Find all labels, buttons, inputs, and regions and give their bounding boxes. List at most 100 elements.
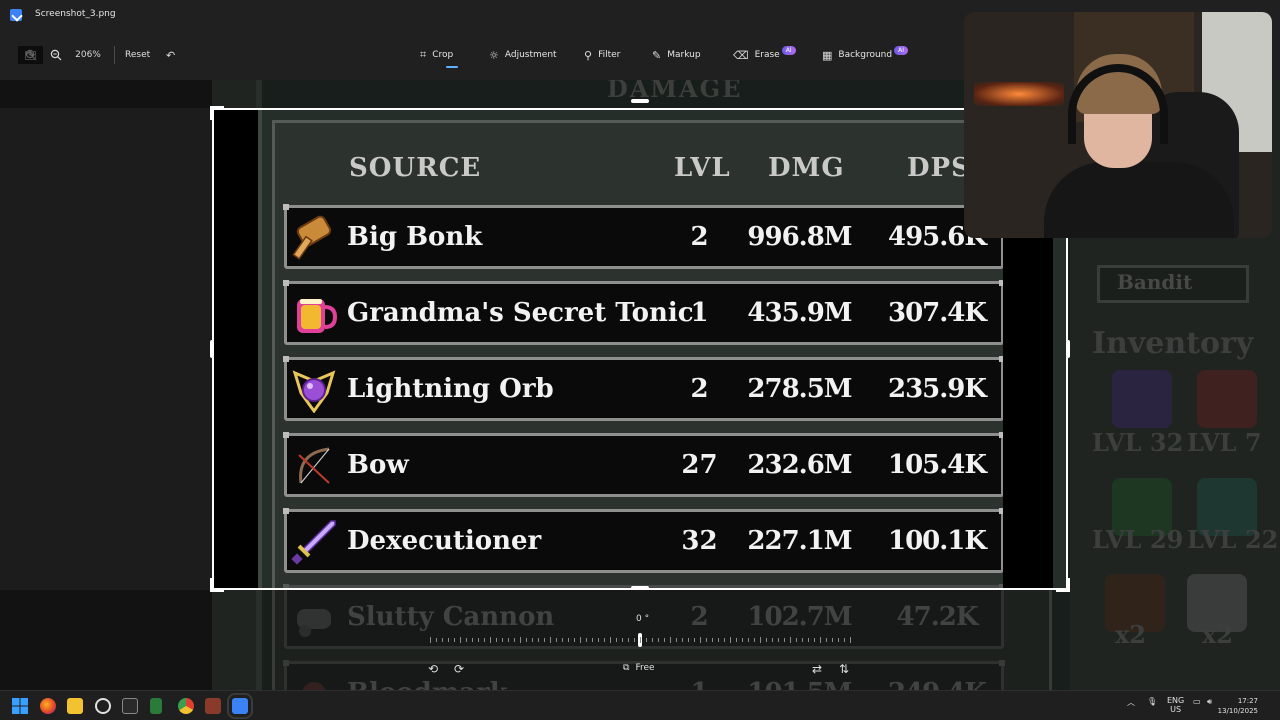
redo-icon[interactable]: ↷ (18, 46, 43, 64)
rotation-tick (460, 637, 461, 643)
rotation-tick (484, 638, 485, 642)
flip-vertical-icon[interactable]: ⇅ (839, 662, 849, 676)
firefox-icon[interactable] (40, 698, 56, 714)
zoom-controls: 206% Reset ↶ ↷ (18, 46, 183, 64)
tab-crop[interactable]: ⌗ Crop (420, 46, 458, 68)
rotation-tick (640, 637, 641, 643)
rotation-tick (490, 637, 491, 643)
rotation-tick (448, 638, 449, 642)
rotation-tick (844, 638, 845, 642)
rotation-tick (520, 637, 521, 643)
rotation-tick (508, 638, 509, 642)
file-explorer-icon[interactable] (67, 698, 83, 714)
chrome-icon[interactable] (178, 698, 194, 714)
rotation-tick (652, 638, 653, 642)
rotation-tick (730, 637, 731, 643)
rotation-tick (598, 638, 599, 642)
background-icon: ▦ (822, 48, 833, 62)
filter-icon: ⚲ (584, 48, 593, 62)
adjustment-icon: ☼ (489, 48, 499, 62)
rotation-tick (628, 638, 629, 642)
crop-handle-top[interactable] (631, 99, 649, 103)
network-icon[interactable]: ▭ (1193, 697, 1201, 706)
window-title: Screenshot_3.png (35, 9, 116, 19)
start-icon[interactable] (12, 698, 28, 714)
clock-date: 13/10/2025 (1217, 707, 1258, 715)
steam-icon[interactable] (95, 698, 111, 714)
crop-handle-left[interactable] (210, 340, 214, 358)
photos-app-icon (10, 9, 22, 21)
rotation-tick (514, 638, 515, 642)
tab-filter[interactable]: ⚲ Filter (584, 46, 620, 64)
rotation-tick (712, 638, 713, 642)
rotation-tick (472, 638, 473, 642)
aspect-ratio-dropdown[interactable]: ⧉ Free (623, 663, 655, 673)
language-code: ENG (1167, 696, 1185, 705)
crop-handle-bottom-right[interactable] (1056, 578, 1070, 592)
tab-markup[interactable]: ✎ Markup (652, 46, 701, 64)
rotation-tick (550, 637, 551, 643)
rotation-tick (496, 638, 497, 642)
rotation-slider[interactable] (430, 633, 851, 647)
rotation-tick (532, 638, 533, 642)
photos-taskbar-icon[interactable] (227, 693, 253, 719)
rotation-tick (832, 638, 833, 642)
tab-background-label: Background (838, 50, 893, 60)
markup-icon: ✎ (652, 48, 662, 62)
tab-adjustment[interactable]: ☼ Adjustment (489, 46, 557, 64)
rotation-tick (718, 638, 719, 642)
rotation-tick (772, 638, 773, 642)
region-code: US (1170, 705, 1182, 714)
zoom-level[interactable]: 206% (68, 50, 108, 60)
crop-handle-top-left[interactable] (210, 106, 224, 120)
rotation-tick (724, 638, 725, 642)
webcam-person-body (1044, 162, 1234, 238)
flip-horizontal-icon[interactable]: ⇄ (812, 662, 822, 676)
rotation-tick (850, 637, 851, 643)
webcam-lamp (974, 82, 1064, 106)
tab-adjustment-label: Adjustment (504, 50, 557, 60)
tab-erase[interactable]: ⌫ Erase AI (733, 45, 796, 64)
rotation-tick (700, 637, 701, 643)
ai-badge: AI (781, 45, 796, 55)
rotation-tick (784, 638, 785, 642)
rotation-tick (430, 637, 431, 643)
rotation-tick (592, 638, 593, 642)
rotation-tick (574, 638, 575, 642)
erase-icon: ⌫ (733, 48, 749, 62)
tab-markup-label: Markup (667, 50, 701, 60)
rotate-left-icon[interactable]: ⟲ (428, 662, 438, 676)
clock-time: 17:27 (1237, 697, 1258, 705)
rotation-tick (604, 638, 605, 642)
rotation-angle: 0 ° (636, 614, 650, 624)
crop-frame[interactable] (212, 108, 1068, 590)
rotate-right-icon[interactable]: ⟳ (454, 662, 464, 676)
rotation-tick (664, 638, 665, 642)
rotation-tick (466, 638, 467, 642)
rotation-tick (586, 638, 587, 642)
zoom-out-icon[interactable] (43, 46, 68, 64)
crop-handle-bottom-left[interactable] (210, 578, 224, 592)
game-app-icon[interactable] (150, 698, 162, 714)
tray-chevron-icon[interactable]: ︿ (1127, 697, 1135, 708)
mic-icon[interactable]: 🎙︎ (1147, 697, 1157, 706)
tab-background[interactable]: ▦ Background AI (822, 45, 908, 64)
rotation-tick (622, 638, 623, 642)
rotation-tick (616, 638, 617, 642)
clock[interactable]: 17:27 13/10/2025 (1218, 696, 1258, 716)
crop-handle-right[interactable] (1066, 340, 1070, 358)
undo-icon[interactable]: ↶ (158, 46, 183, 64)
crop-handle-bottom[interactable] (631, 586, 649, 590)
rotation-tick (502, 638, 503, 642)
taskbar: ︿ 🎙︎ ENG US ▭ 🔊︎ 17:27 13/10/2025 (0, 690, 1280, 720)
tab-erase-label: Erase (754, 50, 780, 60)
language-indicator[interactable]: ENG US (1167, 696, 1184, 714)
tab-crop-label: Crop (432, 50, 454, 60)
active-tab-indicator (446, 66, 458, 68)
reset-button[interactable]: Reset (121, 50, 158, 60)
rotation-tick (556, 638, 557, 642)
megabonk-icon[interactable] (205, 698, 221, 714)
terminal-icon[interactable] (122, 698, 138, 714)
volume-icon[interactable]: 🔊︎ (1207, 697, 1212, 707)
rotation-tick (778, 638, 779, 642)
